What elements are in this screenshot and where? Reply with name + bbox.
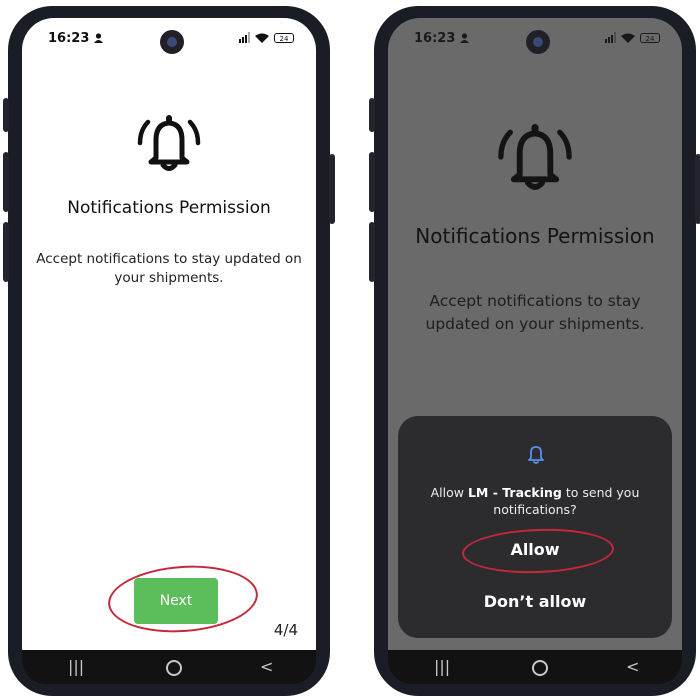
recents-button[interactable]: ||| [68, 658, 84, 676]
account-icon [459, 33, 469, 43]
status-bar: 16:23 24 [22, 18, 316, 54]
page-indicator: 4/4 [273, 621, 298, 639]
bell-icon [137, 115, 201, 171]
signal-icon [239, 32, 250, 43]
status-time: 16:23 [48, 31, 103, 46]
page-title: Notifications Permission [67, 198, 271, 218]
right-phone-power-key [695, 154, 700, 224]
bell-icon [498, 124, 572, 190]
left-phone-side-key-2 [3, 222, 9, 282]
status-time: 16:23 [414, 31, 469, 46]
signal-icon [605, 32, 616, 43]
status-bar: 16:23 24 [388, 18, 682, 54]
right-phone-side-key-2 [369, 222, 375, 282]
back-button[interactable]: < [626, 658, 639, 676]
left-phone-side-key [3, 152, 9, 212]
page-description: Accept notifications to stay updated on … [425, 292, 645, 333]
left-phone-power-key [329, 154, 335, 224]
front-camera [526, 30, 550, 54]
onboarding-screen: 16:23 24 Notifications Permission Accept… [22, 18, 316, 650]
recents-button[interactable]: ||| [434, 658, 450, 676]
page-description: Accept notifications to stay updated on … [36, 251, 302, 286]
right-phone-side-key [369, 152, 375, 212]
left-phone: 16:23 24 Notifications Permission Accept… [3, 6, 335, 696]
permission-screen: 16:23 24 Notifications Permission Accept… [388, 18, 682, 650]
highlight-circle [105, 560, 261, 638]
navigation-bar: ||| < [388, 650, 682, 684]
left-phone-volume-key [3, 98, 9, 132]
permission-dialog: Allow LM - Tracking to send you notifica… [398, 416, 672, 638]
wifi-icon [621, 33, 635, 43]
back-button[interactable]: < [260, 658, 273, 676]
highlight-circle [461, 526, 615, 576]
right-phone: 16:23 24 Notifications Permission Accept… [369, 6, 700, 696]
navigation-bar: ||| < [22, 650, 316, 684]
home-button[interactable] [166, 660, 182, 676]
page-title: Notifications Permission [415, 224, 655, 248]
dialog-message: Allow LM - Tracking to send you notifica… [430, 485, 640, 517]
app-name: LM - Tracking [467, 485, 562, 500]
account-icon [93, 33, 103, 43]
right-phone-volume-key [369, 98, 375, 132]
front-camera [160, 30, 184, 54]
home-button[interactable] [532, 660, 548, 676]
battery-icon: 24 [640, 32, 660, 43]
notification-bell-icon [528, 446, 544, 464]
battery-icon: 24 [274, 32, 294, 43]
dont-allow-button[interactable]: Don’t allow [398, 592, 672, 611]
wifi-icon [255, 33, 269, 43]
